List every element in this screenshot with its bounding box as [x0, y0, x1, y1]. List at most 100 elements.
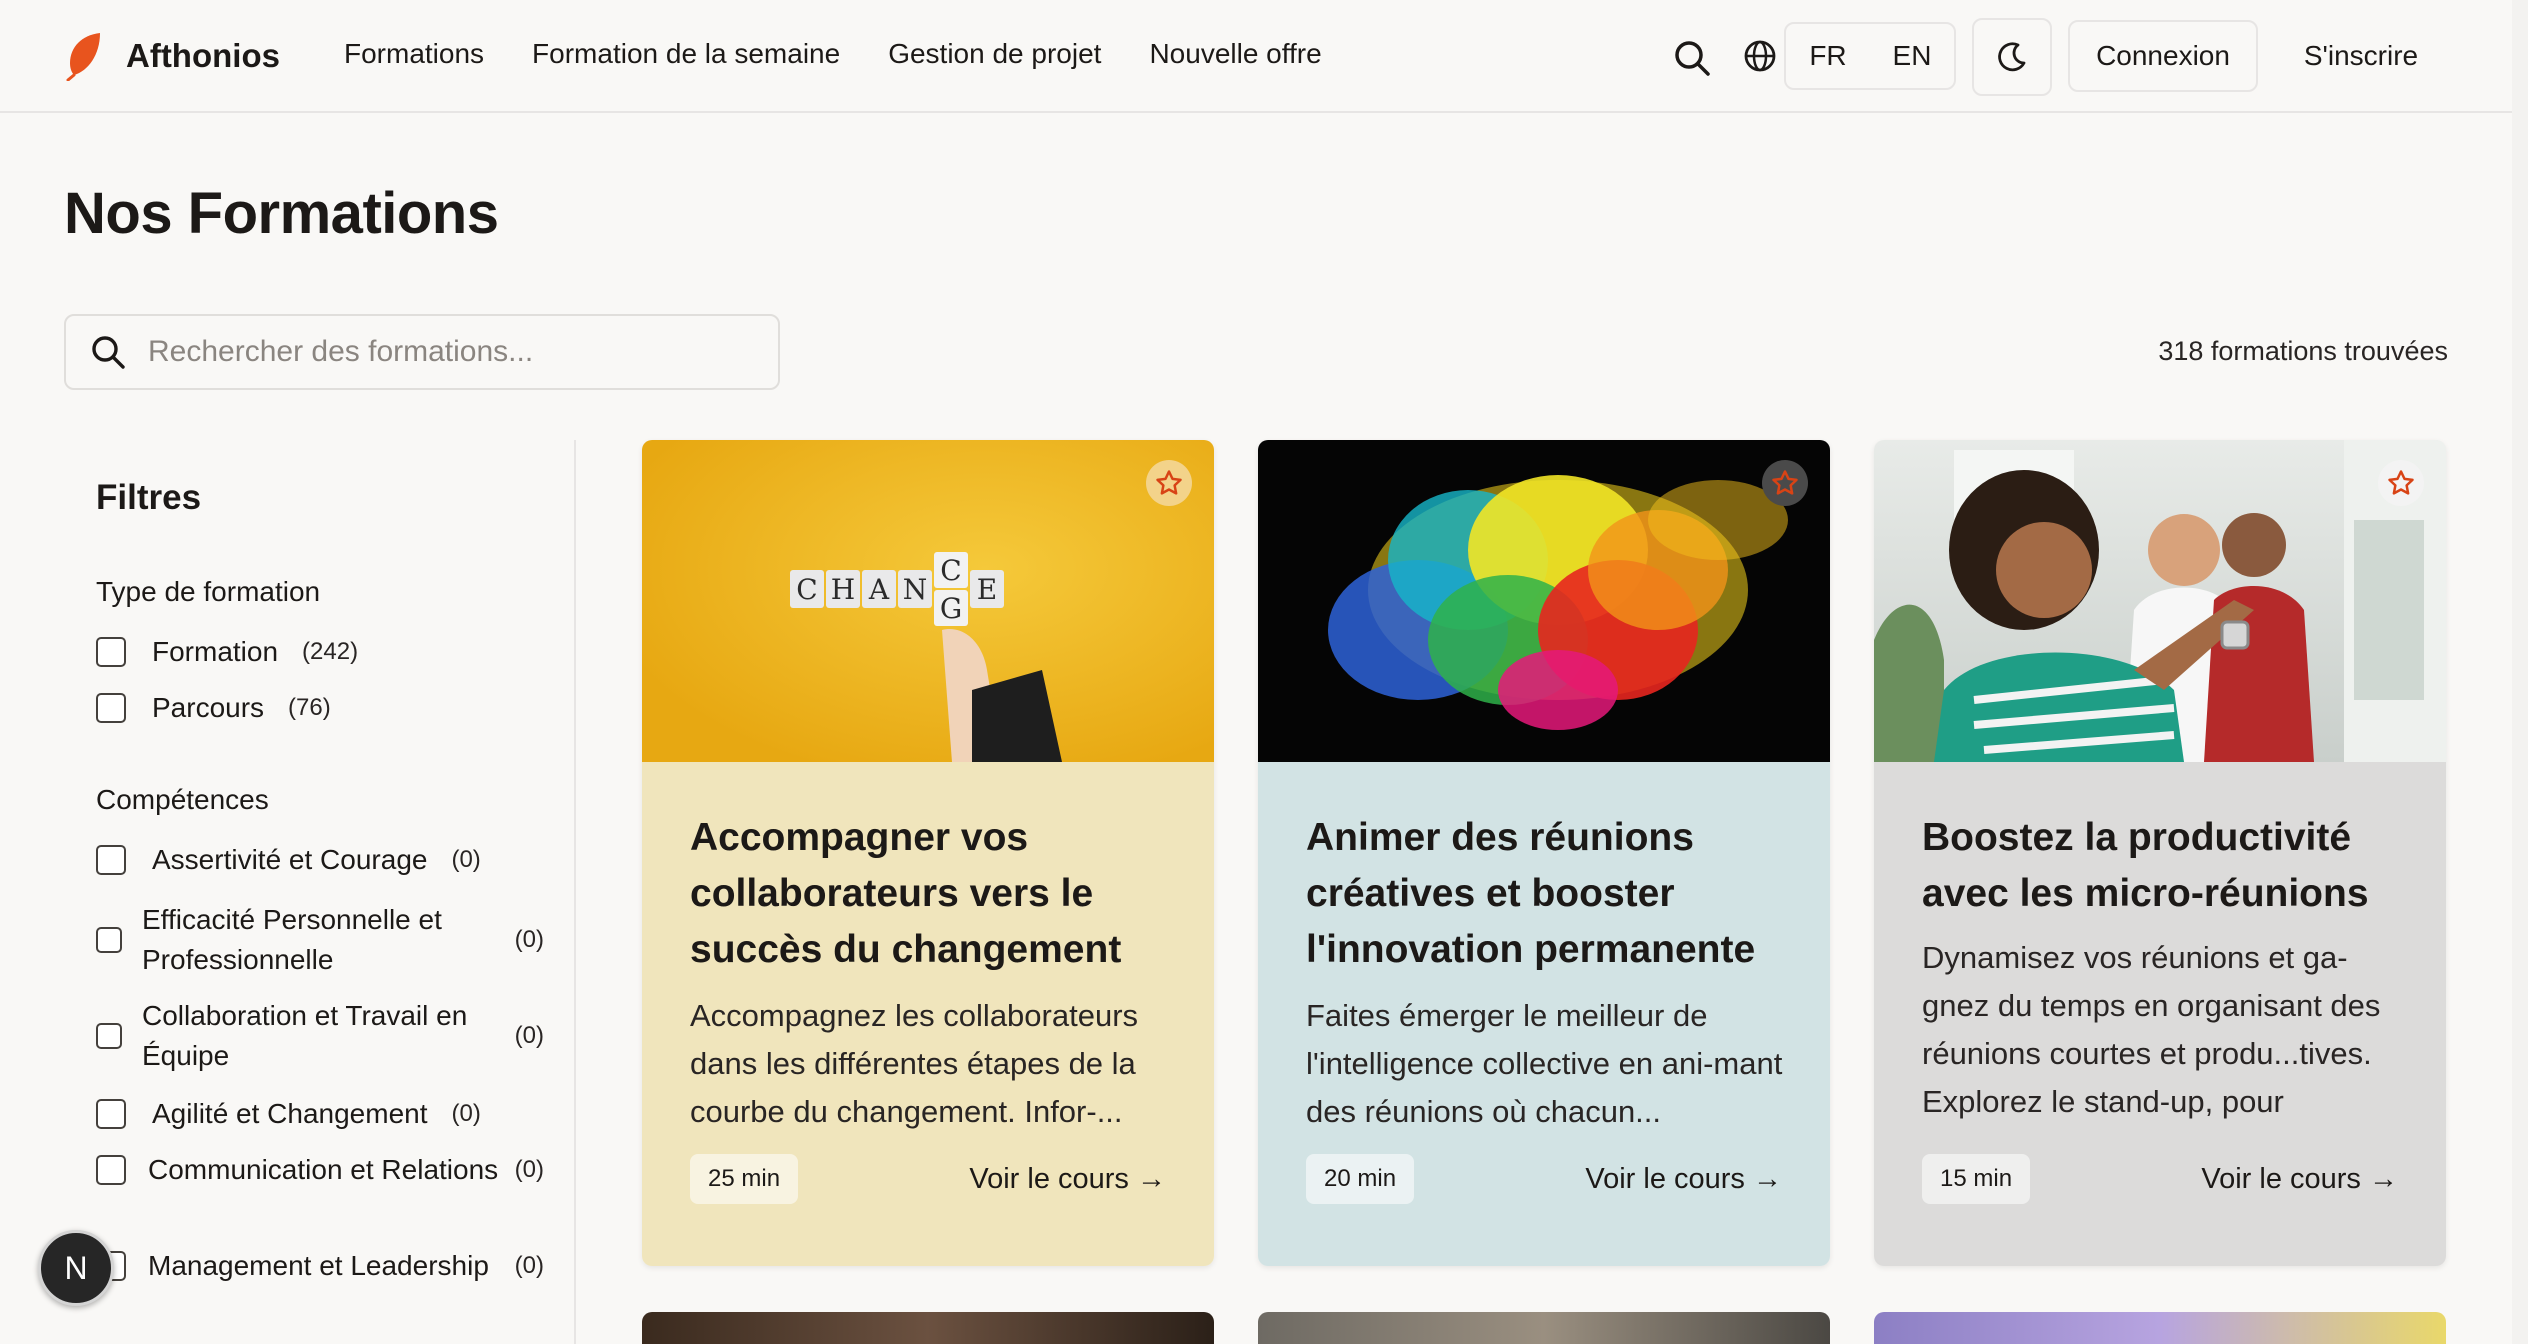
login-button[interactable]: Connexion — [2068, 20, 2258, 92]
checkbox[interactable] — [96, 1155, 126, 1185]
duration-badge: 25 min — [690, 1154, 799, 1204]
filter-skill-agilite[interactable]: Agilité et Changement (0) — [96, 1094, 544, 1134]
search-icon — [1675, 41, 1710, 76]
brand-link[interactable]: Afthonios — [64, 30, 280, 82]
course-card[interactable]: Animer des réunions créatives et booster… — [1258, 440, 1830, 1266]
language-globe-button[interactable] — [1740, 36, 1780, 76]
filter-count: (0) — [514, 1252, 544, 1279]
globe-icon — [1744, 40, 1776, 72]
course-description: Accompagnez les collaborateurs dans les … — [690, 998, 1139, 1129]
course-title: Accompagner vos collaborateurs vers le s… — [690, 816, 1122, 971]
language-switcher: FR EN — [1784, 22, 1956, 90]
star-icon — [1772, 470, 1798, 495]
filter-count: (0) — [514, 1022, 544, 1049]
filter-type-parcours[interactable]: Parcours (76) — [96, 688, 544, 728]
filter-skill-collaboration[interactable]: Collaboration et Travail en Équipe (0) — [96, 996, 544, 1076]
change-blocks-illustration: C H A N C G E — [790, 552, 1062, 762]
nav-link-formation-semaine[interactable]: Formation de la semaine — [532, 38, 840, 70]
svg-text:E: E — [977, 573, 997, 606]
course-description: Dynamisez vos réunions et ga-gnez du tem… — [1922, 940, 2381, 1119]
filter-label: Efficacité Personnelle et Professionnell… — [142, 904, 442, 975]
brand-name: Afthonios — [126, 37, 280, 74]
filter-skill-assertivite[interactable]: Assertivité et Courage (0) — [96, 840, 544, 880]
course-card[interactable]: C H A N C G E Accompagner vos collaborat… — [642, 440, 1214, 1266]
filters-sidebar: Filtres Type de formation Formation (242… — [64, 440, 576, 1344]
top-navbar: Afthonios Formations Formation de la sem… — [0, 0, 2528, 113]
search-input[interactable] — [148, 335, 748, 369]
card-body: Accompagner vos collaborateurs vers le s… — [642, 762, 1214, 1266]
course-image: C H A N C G E — [642, 440, 1214, 762]
filter-label: Communication et Relations — [148, 1154, 499, 1185]
lang-en-button[interactable]: EN — [1870, 40, 1954, 72]
filter-label: Management et Leadership — [148, 1250, 489, 1281]
filter-skill-management[interactable]: Management et Leadership (0) — [96, 1246, 544, 1286]
filter-count: (0) — [451, 1100, 481, 1127]
filter-count: (76) — [288, 694, 331, 721]
filter-count: (0) — [514, 926, 544, 953]
scrollbar[interactable] — [2512, 0, 2528, 1344]
main-nav: Formations Formation de la semaine Gesti… — [344, 38, 1370, 70]
checkbox[interactable] — [96, 1023, 122, 1049]
favorite-button[interactable] — [1762, 460, 1808, 506]
svg-text:C: C — [796, 573, 817, 606]
checkbox[interactable] — [96, 845, 126, 875]
floating-avatar-button[interactable]: N — [38, 1230, 114, 1306]
checkbox[interactable] — [96, 637, 126, 667]
filter-skill-efficacite[interactable]: Efficacité Personnelle et Professionnell… — [96, 900, 544, 980]
view-course-link[interactable]: Voir le cours → — [969, 1163, 1166, 1196]
search-icon — [92, 336, 125, 369]
filter-skill-communication[interactable]: Communication et Relations (0) — [96, 1150, 544, 1190]
star-icon — [2388, 470, 2414, 495]
svg-text:C: C — [940, 554, 961, 587]
moon-icon — [1998, 42, 2026, 72]
color-explosion-illustration — [1328, 475, 1788, 730]
favorite-button[interactable] — [2378, 460, 2424, 506]
filter-count: (0) — [451, 846, 481, 873]
svg-text:N: N — [903, 573, 928, 606]
lang-fr-button[interactable]: FR — [1786, 40, 1870, 72]
checkbox[interactable] — [96, 1099, 126, 1129]
card-body: Animer des réunions créatives et booster… — [1258, 762, 1830, 1266]
course-title: Animer des réunions créatives et booster… — [1306, 816, 1756, 971]
svg-text:A: A — [868, 573, 890, 606]
view-course-link[interactable]: Voir le cours → — [2201, 1163, 2398, 1196]
svg-text:G: G — [940, 592, 962, 625]
team-meeting-illustration — [1874, 440, 2446, 762]
filter-label: Parcours — [152, 692, 265, 723]
star-icon — [1156, 470, 1182, 495]
card-body: Boostez la productivité avec les micro-r… — [1874, 762, 2446, 1266]
course-description: Faites émerger le meilleur de l'intellig… — [1306, 998, 1783, 1129]
filter-group-type-title: Type de formation — [96, 576, 321, 607]
filter-group-skills-title: Compétences — [96, 784, 269, 815]
filter-count: (0) — [514, 1156, 544, 1183]
theme-toggle-button[interactable] — [1972, 18, 2052, 96]
svg-text:H: H — [831, 573, 855, 606]
filter-count: (242) — [302, 638, 359, 665]
view-course-link[interactable]: Voir le cours → — [1585, 1163, 1782, 1196]
nav-link-nouvelle-offre[interactable]: Nouvelle offre — [1149, 38, 1321, 70]
course-card-peek[interactable] — [1874, 1312, 2446, 1344]
nav-link-gestion-projet[interactable]: Gestion de projet — [888, 38, 1101, 70]
nav-link-formations[interactable]: Formations — [344, 38, 484, 70]
course-card-peek[interactable] — [1258, 1312, 1830, 1344]
duration-badge: 20 min — [1306, 1154, 1415, 1204]
course-title: Boostez la productivité avec les micro-r… — [1922, 816, 2369, 915]
duration-badge: 15 min — [1922, 1154, 2031, 1204]
course-card-peek[interactable] — [642, 1312, 1214, 1344]
course-image — [1874, 440, 2446, 762]
filter-label: Agilité et Changement — [152, 1098, 428, 1129]
course-card[interactable]: Boostez la productivité avec les micro-r… — [1874, 440, 2446, 1266]
checkbox[interactable] — [96, 693, 126, 723]
favorite-button[interactable] — [1146, 460, 1192, 506]
checkbox[interactable] — [96, 927, 122, 953]
search-field[interactable] — [64, 314, 780, 390]
signup-button[interactable]: S'inscrire — [2272, 20, 2450, 92]
course-image — [1258, 440, 1830, 762]
filters-title: Filtres — [96, 478, 202, 517]
result-count: 318 formations trouvées — [2158, 336, 2448, 366]
leaf-logo-icon — [66, 33, 100, 81]
page-title: Nos Formations — [64, 181, 499, 246]
filter-type-formation[interactable]: Formation (242) — [96, 632, 544, 672]
filter-label: Formation — [152, 636, 279, 667]
search-button[interactable] — [1666, 32, 1718, 84]
